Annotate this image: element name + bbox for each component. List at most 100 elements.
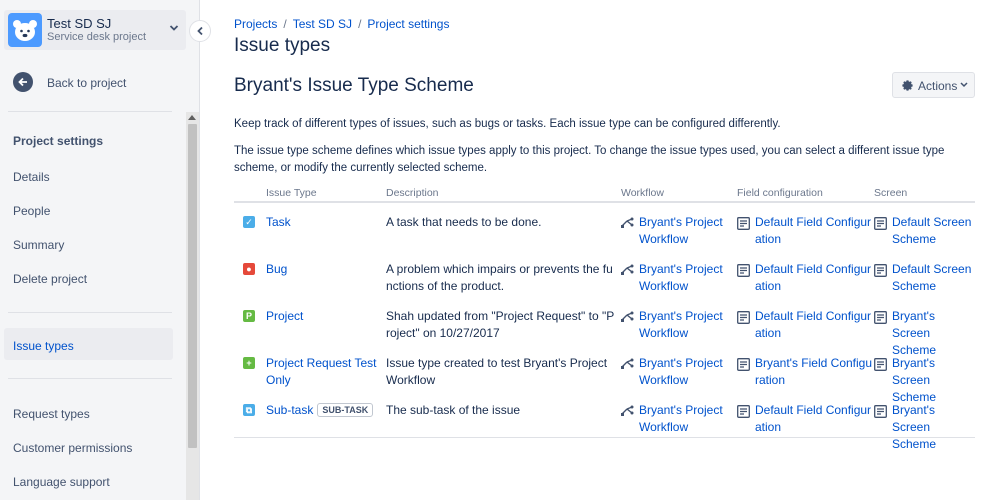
issue-type-cell: Project Request Test Only — [266, 355, 381, 389]
screen-icon — [874, 217, 887, 230]
scheme-title: Bryant's Issue Type Scheme — [234, 75, 474, 96]
breadcrumb-separator: / — [358, 17, 362, 31]
screen-icon — [874, 264, 887, 277]
issue-type-link[interactable]: Project Request Test Only — [266, 356, 377, 387]
gear-icon — [902, 80, 913, 91]
main-content: Projects / Test SD SJ / Project settings Iss… — [234, 0, 979, 500]
sidebar-item-issue-types[interactable]: Issue types — [4, 328, 173, 360]
table-row: ● Bug A problem which impairs or prevents … — [234, 250, 975, 297]
project-avatar — [8, 13, 42, 47]
field-configuration-cell: Default Field Configuration — [737, 261, 872, 295]
field-configuration-link[interactable]: Default Field Configuration — [737, 214, 872, 248]
workflow-cell: Bryant's Project Workflow — [621, 355, 731, 389]
sidebar: Test SD SJ Service desk project Back to … — [0, 0, 200, 500]
issue-type-icon: + — [243, 357, 255, 369]
workflow-link[interactable]: Bryant's Project Workflow — [621, 402, 731, 436]
screen-scheme-link[interactable]: Default Screen Scheme — [874, 214, 975, 248]
scrollbar-thumb[interactable] — [188, 124, 197, 448]
project-settings-heading: Project settings — [13, 134, 104, 148]
breadcrumb-separator: / — [283, 17, 287, 31]
sidebar-divider — [8, 111, 172, 112]
breadcrumb-projects[interactable]: Projects — [234, 17, 277, 31]
sidebar-item-delete-project[interactable]: Delete project — [13, 272, 87, 286]
issue-type-link[interactable]: Sub-task — [266, 403, 313, 417]
issue-type-cell: Task — [266, 214, 381, 231]
column-header-issue-type: Issue Type — [266, 187, 317, 199]
breadcrumb-project-settings[interactable]: Project settings — [367, 17, 449, 31]
screen-scheme-link[interactable]: Bryant's Screen Scheme — [874, 402, 975, 453]
workflow-icon — [621, 217, 634, 228]
issue-type-description: Issue type created to test Bryant's Proj… — [386, 356, 608, 387]
scheme-description-text: The issue type scheme defines which issu… — [234, 145, 945, 174]
table-header: Issue Type Description Workflow Field co… — [234, 185, 975, 203]
issue-type-link[interactable]: Task — [266, 215, 291, 229]
issue-type-icon: ● — [243, 263, 255, 275]
sidebar-item-details[interactable]: Details — [13, 170, 50, 184]
issue-type-description: A problem which impairs or prevents the … — [386, 262, 613, 293]
workflow-icon — [621, 405, 634, 416]
screen-cell: Default Screen Scheme — [874, 214, 975, 248]
breadcrumb-project[interactable]: Test SD SJ — [293, 17, 352, 31]
issue-types-table: Issue Type Description Workflow Field co… — [234, 185, 975, 451]
issue-type-icon: ✓ — [243, 216, 255, 228]
issue-type-description: A task that needs to be done. — [386, 215, 542, 229]
field-configuration-cell: Bryant's Field Configuration — [737, 355, 872, 389]
workflow-cell: Bryant's Project Workflow — [621, 402, 731, 436]
sidebar-divider — [8, 312, 172, 313]
workflow-icon — [621, 311, 634, 322]
field-configuration-icon — [737, 358, 750, 371]
field-configuration-link[interactable]: Default Field Configuration — [737, 402, 872, 436]
issue-type-icon: P — [243, 310, 255, 322]
issue-type-cell: Sub-task SUB-TASK — [266, 402, 381, 419]
workflow-link[interactable]: Bryant's Project Workflow — [621, 214, 731, 248]
field-configuration-link[interactable]: Bryant's Field Configuration — [737, 355, 872, 389]
field-configuration-cell: Default Field Configuration — [737, 214, 872, 248]
sidebar-item-language-support[interactable]: Language support — [13, 475, 110, 489]
chevron-left-icon — [197, 26, 203, 36]
screen-icon — [874, 311, 887, 324]
sidebar-item-customer-permissions[interactable]: Customer permissions — [13, 441, 132, 455]
screen-scheme-link[interactable]: Default Screen Scheme — [874, 261, 975, 295]
chevron-down-icon — [169, 25, 179, 31]
sidebar-divider — [8, 378, 172, 379]
field-configuration-icon — [737, 264, 750, 277]
workflow-link[interactable]: Bryant's Project Workflow — [621, 308, 731, 342]
field-configuration-link[interactable]: Default Field Configuration — [737, 308, 872, 342]
project-avatar-icon — [13, 20, 37, 41]
issue-type-link[interactable]: Project — [266, 309, 303, 323]
actions-button[interactable]: Actions — [892, 72, 975, 98]
actions-label: Actions — [918, 79, 958, 93]
issue-type-cell: Bug — [266, 261, 381, 278]
sidebar-item-request-types[interactable]: Request types — [13, 407, 90, 421]
collapse-sidebar-button[interactable] — [189, 20, 211, 42]
issue-type-link[interactable]: Bug — [266, 262, 287, 276]
column-header-description: Description — [386, 187, 439, 199]
table-row: + Project Request Test Only Issue type cre… — [234, 344, 975, 404]
field-configuration-icon — [737, 311, 750, 324]
workflow-link[interactable]: Bryant's Project Workflow — [621, 261, 731, 295]
back-to-project-label: Back to project — [47, 76, 127, 90]
field-configuration-icon — [737, 217, 750, 230]
field-configuration-link[interactable]: Default Field Configuration — [737, 261, 872, 295]
project-type: Service desk project — [47, 31, 147, 43]
screen-icon — [874, 358, 887, 371]
workflow-link[interactable]: Bryant's Project Workflow — [621, 355, 731, 389]
project-name: Test SD SJ — [47, 16, 112, 31]
page-title: Issue types — [234, 35, 331, 56]
column-header-screen: Screen — [874, 187, 908, 199]
issue-type-description: The sub-task of the issue — [386, 403, 521, 417]
screen-icon — [874, 405, 887, 418]
screen-cell: Bryant's Screen Scheme — [874, 402, 975, 453]
project-switcher[interactable]: Test SD SJ Service desk project — [4, 10, 186, 50]
arrow-left-icon — [13, 72, 33, 92]
field-configuration-cell: Default Field Configuration — [737, 308, 872, 342]
sidebar-item-summary[interactable]: Summary — [13, 238, 64, 252]
field-configuration-icon — [737, 405, 750, 418]
workflow-icon — [621, 358, 634, 369]
description-text: Keep track of different types of issues,… — [234, 118, 781, 130]
scroll-up-icon[interactable] — [188, 115, 196, 120]
sidebar-scrollbar[interactable] — [186, 112, 199, 500]
breadcrumb: Projects / Test SD SJ / Project settings — [234, 17, 449, 31]
sidebar-item-people[interactable]: People — [13, 204, 50, 218]
chevron-down-icon — [960, 82, 968, 88]
